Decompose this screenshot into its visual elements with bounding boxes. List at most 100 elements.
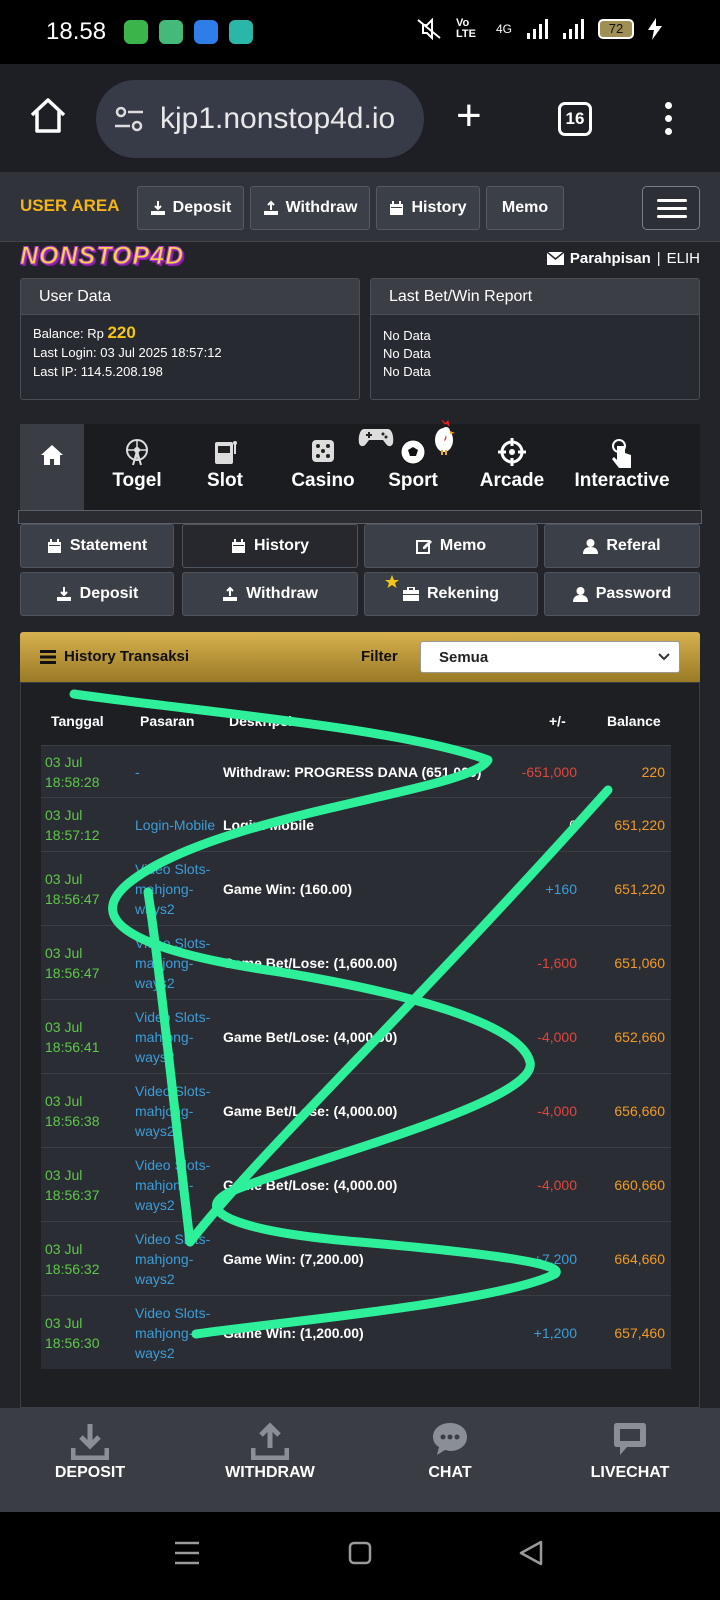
col-amount: +/-	[549, 713, 566, 729]
row-pasaran-line: ways2	[135, 901, 175, 917]
row-date-day: 03 Jul	[45, 1019, 83, 1035]
status-bar: 18.58 Vo LTE 4G 72	[0, 0, 720, 64]
filter-label: Filter	[361, 648, 398, 665]
row-pasaran[interactable]: Video Slots-mahjong-ways2	[135, 933, 225, 993]
row-balance: 651,220	[614, 881, 665, 897]
bottom-withdraw-label: WITHDRAW	[225, 1464, 315, 1481]
history-title-text: History Transaksi	[64, 648, 190, 665]
volte-label: Vo LTE	[455, 17, 476, 40]
deposit-button[interactable]: Deposit	[20, 572, 174, 616]
row-pasaran-line: Video Slots-	[135, 1157, 211, 1173]
bottom-chat-tab[interactable]: CHAT	[360, 1408, 540, 1512]
row-pasaran[interactable]: -	[135, 762, 225, 782]
withdraw-label: Withdraw	[246, 585, 318, 602]
category-interactive[interactable]: Interactive	[566, 424, 678, 512]
network-label: 4G	[495, 22, 512, 36]
bottom-livechat-tab[interactable]: LIVECHAT	[540, 1408, 720, 1512]
row-pasaran-line: ways2	[135, 1049, 175, 1065]
last-bet-panel: Last Bet/Win Report No Data No Data No D…	[370, 278, 700, 400]
category-casino[interactable]: Casino	[282, 424, 364, 512]
row-pasaran-line: mahjong-	[135, 955, 194, 971]
hamburger-menu-icon[interactable]	[642, 186, 700, 230]
row-pasaran-line: mahjong-	[135, 1325, 194, 1341]
category-label: Sport	[388, 470, 438, 491]
home-icon[interactable]	[28, 96, 68, 136]
row-pasaran-line: mahjong-	[135, 1103, 194, 1119]
site-settings-icon[interactable]	[114, 106, 144, 132]
row-pasaran[interactable]: Video Slots-mahjong-ways2	[135, 1303, 225, 1363]
row-pasaran[interactable]: Video Slots-mahjong-ways2	[135, 1081, 225, 1141]
row-date-time: 18:56:41	[45, 1039, 100, 1055]
signal-icon	[527, 19, 548, 39]
battery-icon: 72	[598, 19, 634, 39]
row-description: Game Win: (1,200.00)	[223, 1325, 364, 1341]
table-row: 03 Jul 18:56:47 Video Slots-mahjong-ways2 G…	[41, 851, 671, 925]
table-row: 03 Jul 18:56:38 Video Slots-mahjong-ways2 G…	[41, 1073, 671, 1147]
row-date: 03 Jul 18:56:47	[45, 869, 135, 909]
deposit-icon	[56, 587, 71, 601]
back-icon[interactable]	[518, 1540, 544, 1566]
rekening-button[interactable]: Rekening	[364, 572, 538, 616]
category-arcade[interactable]: Arcade	[472, 424, 552, 512]
referal-button[interactable]: Referal	[544, 524, 700, 568]
row-date-time: 18:57:12	[45, 827, 100, 843]
browser-menu-icon[interactable]	[665, 102, 673, 141]
withdraw-button[interactable]: Withdraw	[182, 572, 358, 616]
row-pasaran[interactable]: Video Slots-mahjong-ways2	[135, 859, 225, 919]
statement-button[interactable]: Statement	[20, 524, 174, 568]
row-pasaran-line: Video Slots-	[135, 1305, 211, 1321]
livechat-icon	[614, 1423, 646, 1455]
category-slot[interactable]: Slot	[190, 424, 260, 512]
username: Parahpisan	[569, 250, 651, 267]
row-pasaran[interactable]: Login-Mobile	[135, 815, 225, 835]
history-label: History	[253, 537, 310, 554]
recents-icon[interactable]	[174, 1540, 200, 1566]
row-date-time: 18:56:32	[45, 1261, 100, 1277]
bottom-withdraw-tab[interactable]: WITHDRAW	[180, 1408, 360, 1512]
row-date-time: 18:56:37	[45, 1187, 100, 1203]
user-icon	[572, 586, 588, 602]
top-memo-button[interactable]: Memo	[486, 186, 564, 230]
tab-count-button[interactable]: 16	[558, 102, 592, 136]
top-deposit-button[interactable]: Deposit	[137, 186, 244, 230]
home-icon	[41, 445, 63, 465]
envelope-icon[interactable]	[546, 252, 564, 265]
gamepad-icon	[358, 429, 394, 447]
top-history-button[interactable]: History	[376, 186, 480, 230]
bottom-deposit-tab[interactable]: DEPOSIT	[0, 1408, 180, 1512]
row-balance: 664,660	[614, 1251, 665, 1267]
row-description: Game Win: (7,200.00)	[223, 1251, 364, 1267]
top-withdraw-button[interactable]: Withdraw	[250, 186, 370, 230]
row-pasaran-line: ways2	[135, 1197, 175, 1213]
row-amount: +160	[545, 881, 577, 897]
ferris-wheel-icon	[126, 439, 148, 466]
row-pasaran[interactable]: Video Slots-mahjong-ways2	[135, 1007, 225, 1067]
row-pasaran-line: ways2	[135, 1123, 175, 1139]
filter-select[interactable]: Semua	[420, 641, 680, 673]
last-ip: Last IP: 114.5.208.198	[33, 364, 163, 379]
memo-button[interactable]: Memo	[364, 524, 538, 568]
category-togel[interactable]: Togel	[96, 424, 178, 512]
site-logo[interactable]: NONSTOP4D	[19, 242, 184, 271]
category-scrollbar[interactable]	[18, 510, 702, 524]
col-deskripsi: Deskripsi	[229, 713, 293, 729]
star-icon	[385, 575, 399, 588]
history-title: History Transaksi	[40, 648, 189, 665]
browser-notification-icon	[194, 20, 218, 44]
rekening-label: Rekening	[426, 585, 499, 602]
history-table: Tanggal Pasaran Deskripsi +/- Balance 03…	[20, 682, 700, 1408]
category-home[interactable]	[20, 424, 84, 512]
new-tab-button[interactable]: +	[456, 94, 482, 138]
deposit-icon	[150, 201, 165, 215]
home-nav-icon[interactable]	[348, 1541, 372, 1565]
row-pasaran[interactable]: Video Slots-mahjong-ways2	[135, 1155, 225, 1215]
row-balance: 652,660	[614, 1029, 665, 1045]
address-bar[interactable]: kjp1.nonstop4d.io	[96, 80, 424, 158]
category-bar: Togel Slot Casino Sport Arcade Interacti…	[20, 419, 700, 512]
row-pasaran-line: -	[135, 764, 140, 780]
history-button[interactable]: History	[182, 524, 358, 568]
user-data-title: User Data	[21, 279, 359, 315]
row-pasaran[interactable]: Video Slots-mahjong-ways2	[135, 1229, 225, 1289]
password-button[interactable]: Password	[544, 572, 700, 616]
category-label: Casino	[291, 470, 355, 491]
